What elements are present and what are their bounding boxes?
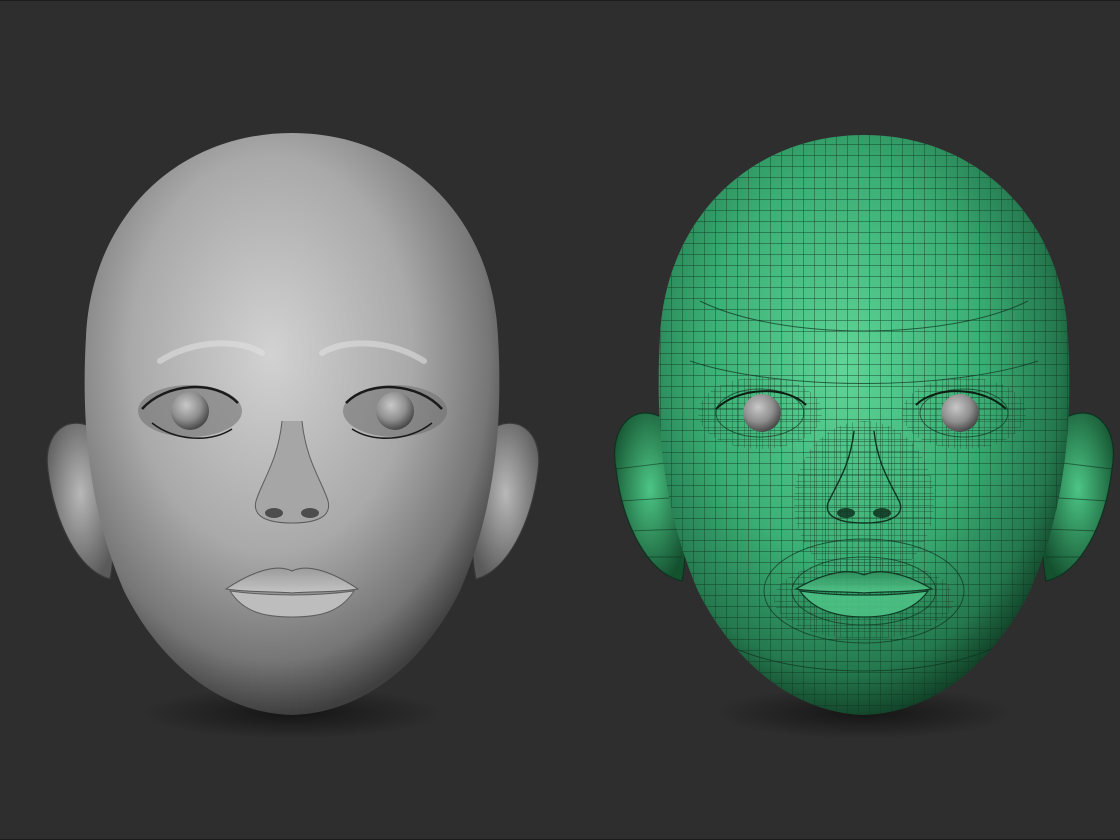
head-wireframe-nostril-right <box>873 508 891 518</box>
head-smooth-nostril-left <box>265 508 283 518</box>
head-wireframe-eye-left <box>743 394 781 432</box>
head-smooth-model[interactable] <box>46 133 540 739</box>
head-wireframe-eye-right <box>941 394 979 432</box>
head-smooth-eye-right <box>376 392 414 430</box>
viewport-3d[interactable] <box>0 0 1120 840</box>
head-wireframe-nostril-left <box>837 508 855 518</box>
sculpt-scene[interactable] <box>0 1 1120 840</box>
head-smooth-nostril-right <box>301 508 319 518</box>
head-smooth-eye-left <box>171 392 209 430</box>
head-wireframe-polyframe <box>658 135 1070 715</box>
head-wireframe-model[interactable] <box>614 131 1114 739</box>
